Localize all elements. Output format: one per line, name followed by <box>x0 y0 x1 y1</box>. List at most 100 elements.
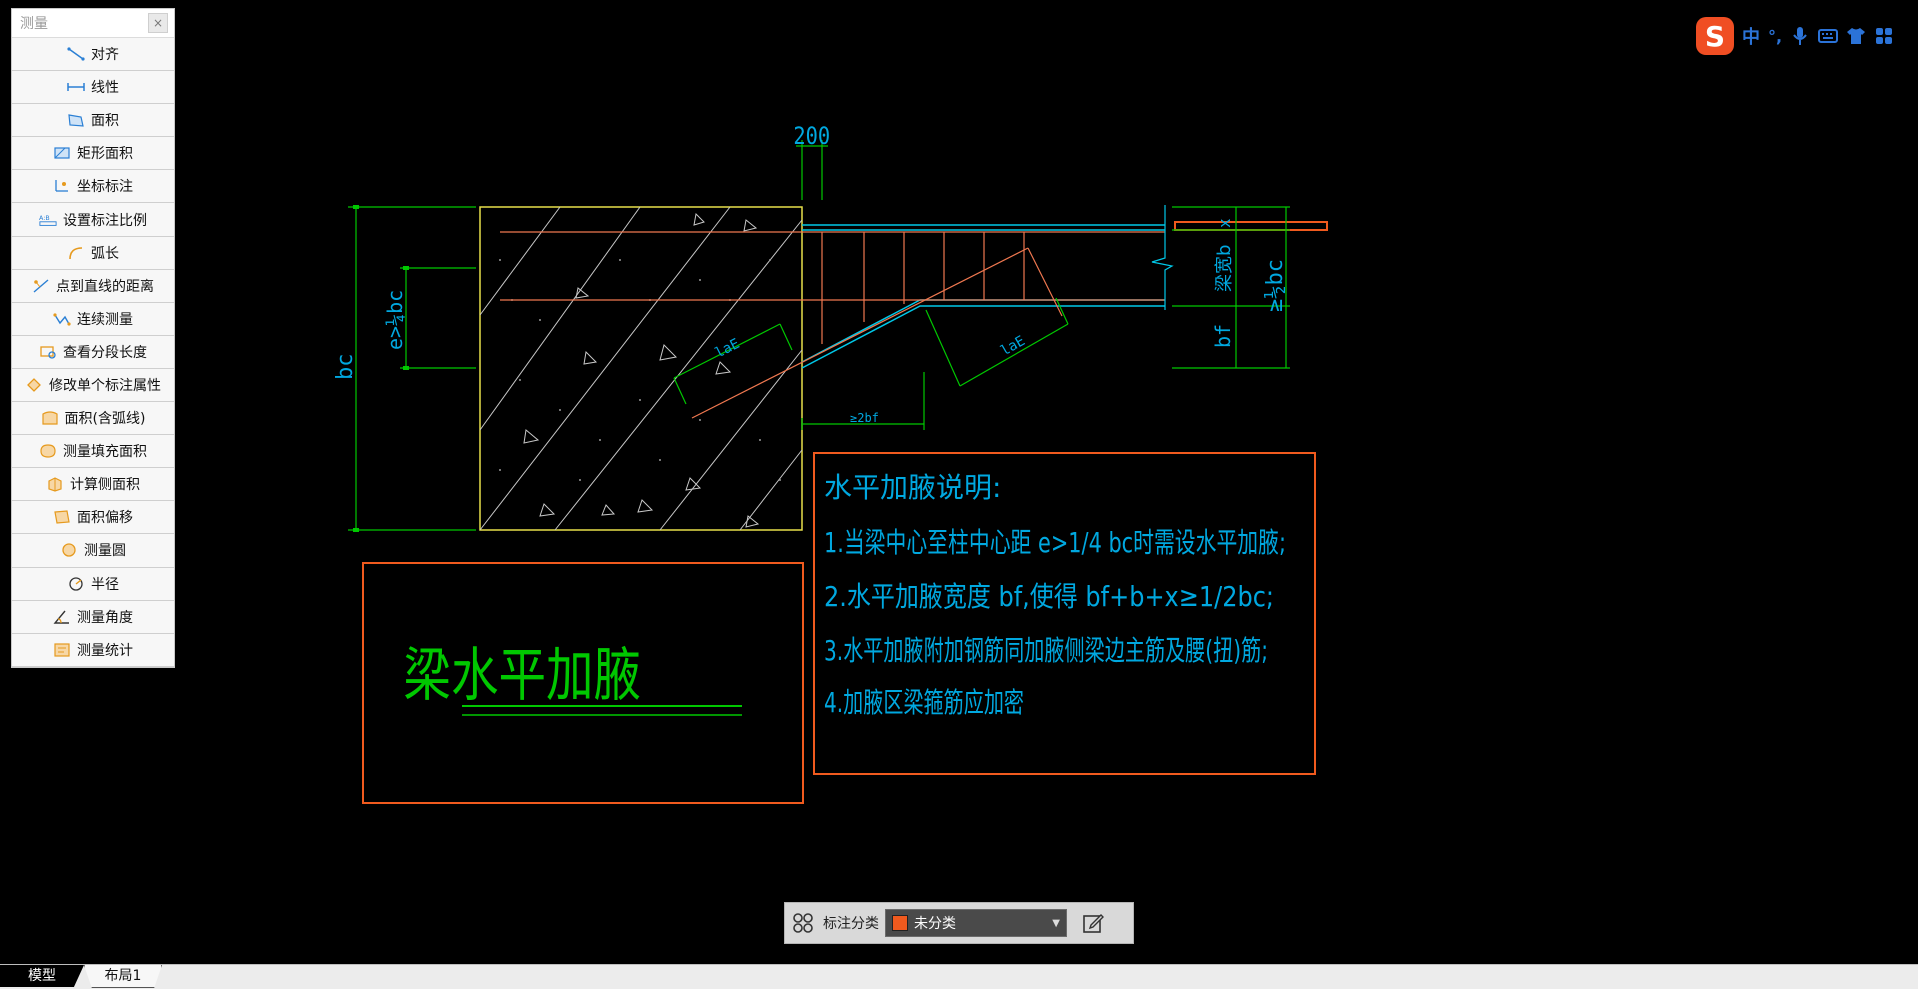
annotation-category-label: 标注分类 <box>823 916 879 932</box>
measure-item-label: 坐标标注 <box>77 179 133 196</box>
measure-item-label: 连续测量 <box>77 311 133 328</box>
measure-item-label: 面积偏移 <box>77 510 133 527</box>
measure-item-edit-annotation[interactable]: 修改单个标注属性 <box>12 368 174 403</box>
annotation-category-select[interactable]: 未分类 ▼ <box>885 909 1067 937</box>
dimension-lines <box>348 140 1290 531</box>
measure-item-label: 测量圆 <box>84 543 126 560</box>
notes-heading: 水平加腋说明: <box>824 471 1001 504</box>
measure-item-label: 面积(含弧线) <box>64 411 146 428</box>
measure-item-area-offset[interactable]: 面积偏移 <box>12 501 174 535</box>
measure-item-label: 设置标注比例 <box>63 212 147 229</box>
measure-item-label: 弧长 <box>91 245 119 262</box>
keyboard-icon[interactable] <box>1818 26 1839 46</box>
measure-item-fill-area[interactable]: 测量填充面积 <box>12 435 174 469</box>
scale-icon: A:B <box>39 212 57 228</box>
area-offset-icon <box>53 509 71 525</box>
close-icon[interactable]: × <box>148 13 168 33</box>
coordinate-icon <box>53 178 71 194</box>
measure-item-align-measure[interactable]: 对齐 <box>12 38 174 72</box>
measure-item-label: 修改单个标注属性 <box>49 377 161 394</box>
segment-length-icon <box>39 344 57 360</box>
layout-grid-button[interactable] <box>785 903 821 943</box>
measure-item-label: 对齐 <box>91 47 119 64</box>
measure-item-area[interactable]: 面积 <box>12 104 174 138</box>
rect-area-icon <box>53 145 71 161</box>
notes-line-1: 1.当梁中心至柱中心距 e>1/4 bc时需设水平加腋; <box>824 526 1286 559</box>
measure-item-statistics[interactable]: 测量统计 <box>12 633 174 667</box>
notes-line-3: 3.水平加腋附加钢筋同加腋侧梁边主筋及腰(扭)筋; <box>824 634 1268 667</box>
area-icon <box>67 112 85 128</box>
measure-item-coordinate[interactable]: 坐标标注 <box>12 170 174 204</box>
edit-icon <box>1083 914 1104 933</box>
dim-e: e>¼bc <box>383 290 407 350</box>
aggregate-marks <box>523 212 760 528</box>
side-area-icon <box>46 476 64 492</box>
measure-item-rect-area[interactable]: 矩形面积 <box>12 137 174 171</box>
measure-item-point-line-distance[interactable]: 点到直线的距离 <box>12 269 174 303</box>
column-outline <box>479 206 803 531</box>
measure-item-label: 半径 <box>91 576 119 593</box>
measure-item-arc-area[interactable]: 面积(含弧线) <box>12 402 174 436</box>
arc-area-icon <box>41 410 59 426</box>
measure-item-list: 对齐线性面积矩形面积坐标标注 A:B 设置标注比例 弧长点到直线的距离 连续测量查看分段… <box>12 38 174 667</box>
category-color-swatch <box>892 915 908 931</box>
align-measure-icon <box>67 46 85 62</box>
skin-icon[interactable] <box>1846 26 1866 46</box>
statistics-icon <box>53 642 71 658</box>
svg-text:A:B: A:B <box>39 215 50 222</box>
point-line-distance-icon <box>32 278 50 294</box>
measure-item-label: 测量填充面积 <box>63 444 147 461</box>
tab-model[interactable]: 模型 <box>0 965 84 987</box>
notes-line-2: 2.水平加腋宽度 bf,使得 bf+b+x≥1/2bc; <box>824 580 1274 613</box>
tab-layout1[interactable]: 布局1 <box>84 965 162 988</box>
dim-beam-width: 梁宽b <box>1214 245 1235 292</box>
ime-punct-toggle[interactable]: °, <box>1768 27 1782 46</box>
measure-item-scale[interactable]: A:B 设置标注比例 <box>12 203 174 237</box>
highlight-rect <box>1174 221 1328 231</box>
measure-panel: 测量 × 对齐线性面积矩形面积坐标标注 A:B 设置标注比例 弧长点到直线的距离 连续测… <box>11 8 175 668</box>
measure-item-label: 线性 <box>91 80 119 97</box>
ime-toolbar: S 中 °, <box>1696 16 1918 56</box>
linear-measure-icon <box>67 79 85 95</box>
column-hatch <box>479 206 803 531</box>
label-laE-left: laE <box>713 336 743 362</box>
measure-panel-title: 测量 <box>20 16 48 32</box>
measure-item-angle[interactable]: 测量角度 <box>12 600 174 634</box>
toolbox-icon[interactable] <box>1874 26 1894 46</box>
measure-item-circle[interactable]: 测量圆 <box>12 534 174 568</box>
measure-item-label: 面积 <box>91 113 119 130</box>
sogou-logo-icon[interactable]: S <box>1696 17 1734 55</box>
dim-bc: bc <box>333 354 358 381</box>
dim-200: 200 <box>793 122 830 150</box>
annotation-toolbar: 标注分类 未分类 ▼ <box>784 902 1134 944</box>
microphone-icon[interactable] <box>1790 26 1810 46</box>
measure-item-radius[interactable]: 半径 <box>12 567 174 601</box>
ime-mode-toggle[interactable]: 中 <box>1742 23 1760 49</box>
fill-area-icon <box>39 443 57 459</box>
measure-item-label: 点到直线的距离 <box>56 278 154 295</box>
measure-item-side-area[interactable]: 计算侧面积 <box>12 468 174 502</box>
dim-bf: bf <box>1211 324 1235 348</box>
edit-annotation-icon <box>25 377 43 393</box>
measure-item-arc-length[interactable]: 弧长 <box>12 236 174 270</box>
cad-canvas[interactable]: 200 bc e>¼bc 梁宽b x bf ≥½bc laE laE ≥2bf … <box>0 0 1918 988</box>
annotation-category-value: 未分类 <box>914 916 956 932</box>
circle-icon <box>60 542 78 558</box>
measure-panel-header: 测量 × <box>12 9 174 38</box>
chevron-down-icon: ▼ <box>1052 917 1060 929</box>
dim-half-bc: ≥½bc <box>1263 259 1288 312</box>
measure-item-segment-length[interactable]: 查看分段长度 <box>12 335 174 369</box>
notes-line-4: 4.加腋区梁箍筋应加密 <box>824 686 1024 719</box>
notes-text: 水平加腋说明: 1.当梁中心至柱中心距 e>1/4 bc时需设水平加腋; 2.水… <box>824 471 1286 719</box>
dim-x: x <box>1215 218 1234 228</box>
measure-item-continuous-measure[interactable]: 连续测量 <box>12 302 174 336</box>
measure-item-linear-measure[interactable]: 线性 <box>12 71 174 105</box>
measure-item-label: 矩形面积 <box>77 146 133 163</box>
drawing-title: 梁水平加腋 <box>403 641 641 709</box>
edit-category-button[interactable] <box>1073 903 1113 943</box>
aggregate-dots <box>499 259 781 481</box>
drawing-svg: 200 bc e>¼bc 梁宽b x bf ≥½bc laE laE ≥2bf … <box>333 122 1328 804</box>
arc-length-icon <box>67 245 85 261</box>
measure-item-label: 查看分段长度 <box>63 344 147 361</box>
measure-item-label: 测量角度 <box>77 609 133 626</box>
